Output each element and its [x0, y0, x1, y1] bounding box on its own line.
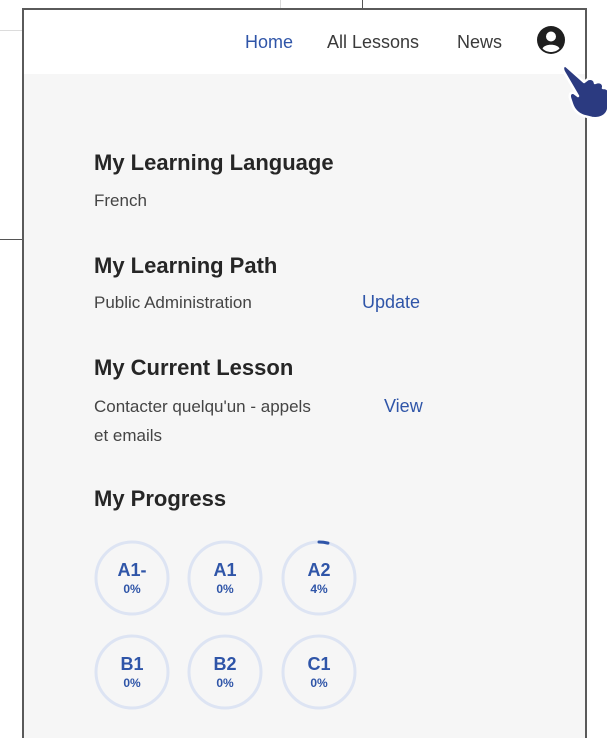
current-lesson-heading: My Current Lesson	[94, 355, 294, 380]
progress-level-label: A2	[307, 560, 331, 580]
learning-path-value: Public Administration	[94, 293, 252, 312]
progress-level-percent: 0%	[216, 582, 234, 596]
progress-level-label: B1	[120, 654, 144, 674]
progress-level-label: A1	[213, 560, 237, 580]
progress-heading: My Progress	[94, 486, 227, 511]
background-divider	[280, 0, 281, 8]
learning-path-heading: My Learning Path	[94, 253, 278, 278]
user-circle-icon[interactable]	[536, 25, 566, 55]
current-lesson-title: Contacter quelqu'un - appels	[94, 397, 311, 416]
progress-level-label: C1	[307, 654, 331, 674]
pointing-hand-icon	[561, 58, 607, 120]
app-window: Home All Lessons News My Learning Langua…	[22, 8, 607, 738]
progress-level-percent: 0%	[123, 582, 141, 596]
learning-language-heading: My Learning Language	[94, 150, 334, 175]
progress-level-label: B2	[213, 654, 237, 674]
progress-level-1[interactable]: A1 0%	[187, 540, 263, 616]
progress-level-percent: 0%	[310, 676, 328, 690]
progress-level-2[interactable]: A2 4%	[281, 540, 357, 616]
background-divider	[362, 0, 363, 8]
nav-all-lessons-link[interactable]: All Lessons	[327, 32, 419, 53]
progress-level-percent: 0%	[123, 676, 141, 690]
progress-level-label: A1-	[117, 560, 147, 580]
progress-level-4[interactable]: B2 0%	[187, 634, 263, 710]
nav-home-link[interactable]: Home	[245, 32, 293, 53]
top-navigation: Home All Lessons News	[24, 10, 585, 74]
background-panel	[0, 30, 22, 240]
progress-level-percent: 4%	[310, 582, 328, 596]
nav-news-link[interactable]: News	[457, 32, 502, 53]
progress-level-5[interactable]: C1 0%	[281, 634, 357, 710]
progress-level-percent: 0%	[216, 676, 234, 690]
progress-level-3[interactable]: B1 0%	[94, 634, 170, 710]
view-lesson-link[interactable]: View	[384, 396, 423, 417]
progress-level-0[interactable]: A1- 0%	[94, 540, 170, 616]
learning-language-value: French	[94, 191, 147, 210]
current-lesson-title-cont: et emails	[94, 426, 163, 445]
update-path-link[interactable]: Update	[362, 292, 420, 313]
